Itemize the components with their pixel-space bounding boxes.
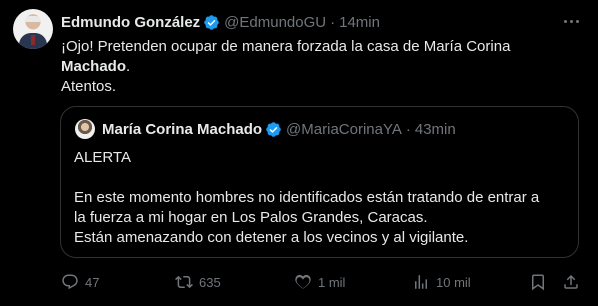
quoted-tweet[interactable]: María Corina Machado @MariaCorinaYA · 43… bbox=[60, 106, 579, 258]
tweet-time[interactable]: 14min bbox=[339, 14, 380, 31]
quoted-tweet-time: 43min bbox=[414, 120, 456, 138]
repost-count: 635 bbox=[199, 274, 221, 290]
bookmark-button[interactable] bbox=[529, 271, 547, 293]
quoted-text-line: En este momento hombres no identificados… bbox=[74, 189, 540, 206]
tweet-text-line: Machado. bbox=[61, 57, 581, 77]
quoted-text-line: la fuerza a mi hogar en Los Palos Grande… bbox=[74, 209, 428, 226]
quoted-tweet-text: ALERTA En este momento hombres no identi… bbox=[74, 148, 569, 248]
reply-button[interactable]: 47 bbox=[61, 271, 99, 293]
views-count: 10 mil bbox=[436, 274, 471, 290]
share-icon bbox=[564, 274, 578, 289]
bookmark-icon bbox=[532, 274, 544, 291]
more-options-icon[interactable] bbox=[560, 14, 582, 28]
quoted-header-separator: · bbox=[405, 120, 411, 138]
reply-count: 47 bbox=[85, 274, 100, 290]
verified-badge-icon bbox=[204, 14, 219, 30]
author-handle[interactable]: @EdmundoGU bbox=[224, 14, 326, 31]
repost-button[interactable]: 635 bbox=[175, 271, 221, 293]
tweet-header: Edmundo González @EdmundoGU · 14min bbox=[61, 12, 380, 32]
repost-icon bbox=[175, 275, 193, 289]
share-button[interactable] bbox=[562, 271, 580, 293]
tweet-text-line: ¡Ojo! Pretenden ocupar de manera forzada… bbox=[61, 38, 511, 55]
tweet-text: ¡Ojo! Pretenden ocupar de manera forzada… bbox=[61, 37, 581, 97]
views-button[interactable]: 10 mil bbox=[412, 271, 471, 293]
author-name[interactable]: Edmundo González bbox=[61, 14, 200, 31]
quoted-author-avatar bbox=[75, 119, 95, 139]
views-chart-icon bbox=[415, 275, 427, 289]
tweet-text-punct: . bbox=[126, 58, 131, 75]
author-avatar[interactable] bbox=[13, 9, 53, 49]
quoted-author-handle: @MariaCorinaYA bbox=[286, 120, 402, 138]
like-count: 1 mil bbox=[318, 274, 346, 290]
quoted-tweet-header: María Corina Machado @MariaCorinaYA · 43… bbox=[102, 119, 456, 139]
tweet-text-line: Atentos. bbox=[61, 78, 117, 95]
quoted-author-name: María Corina Machado bbox=[102, 120, 263, 138]
quoted-text-line: Están amenazando con detener a los vecin… bbox=[74, 229, 469, 246]
reply-icon bbox=[62, 274, 78, 290]
tweet-card[interactable]: Edmundo González @EdmundoGU · 14min ¡Ojo… bbox=[0, 0, 598, 306]
tweet-actions: 47 635 1 mil 10 mil bbox=[59, 271, 583, 293]
header-separator: · bbox=[330, 13, 336, 31]
heart-icon bbox=[295, 274, 311, 289]
quoted-text-spacer bbox=[74, 168, 569, 188]
like-button[interactable]: 1 mil bbox=[294, 271, 345, 293]
tweet-text-bold: Machado bbox=[61, 58, 127, 75]
quoted-text-line: ALERTA bbox=[74, 149, 131, 166]
verified-badge-icon bbox=[266, 121, 281, 137]
